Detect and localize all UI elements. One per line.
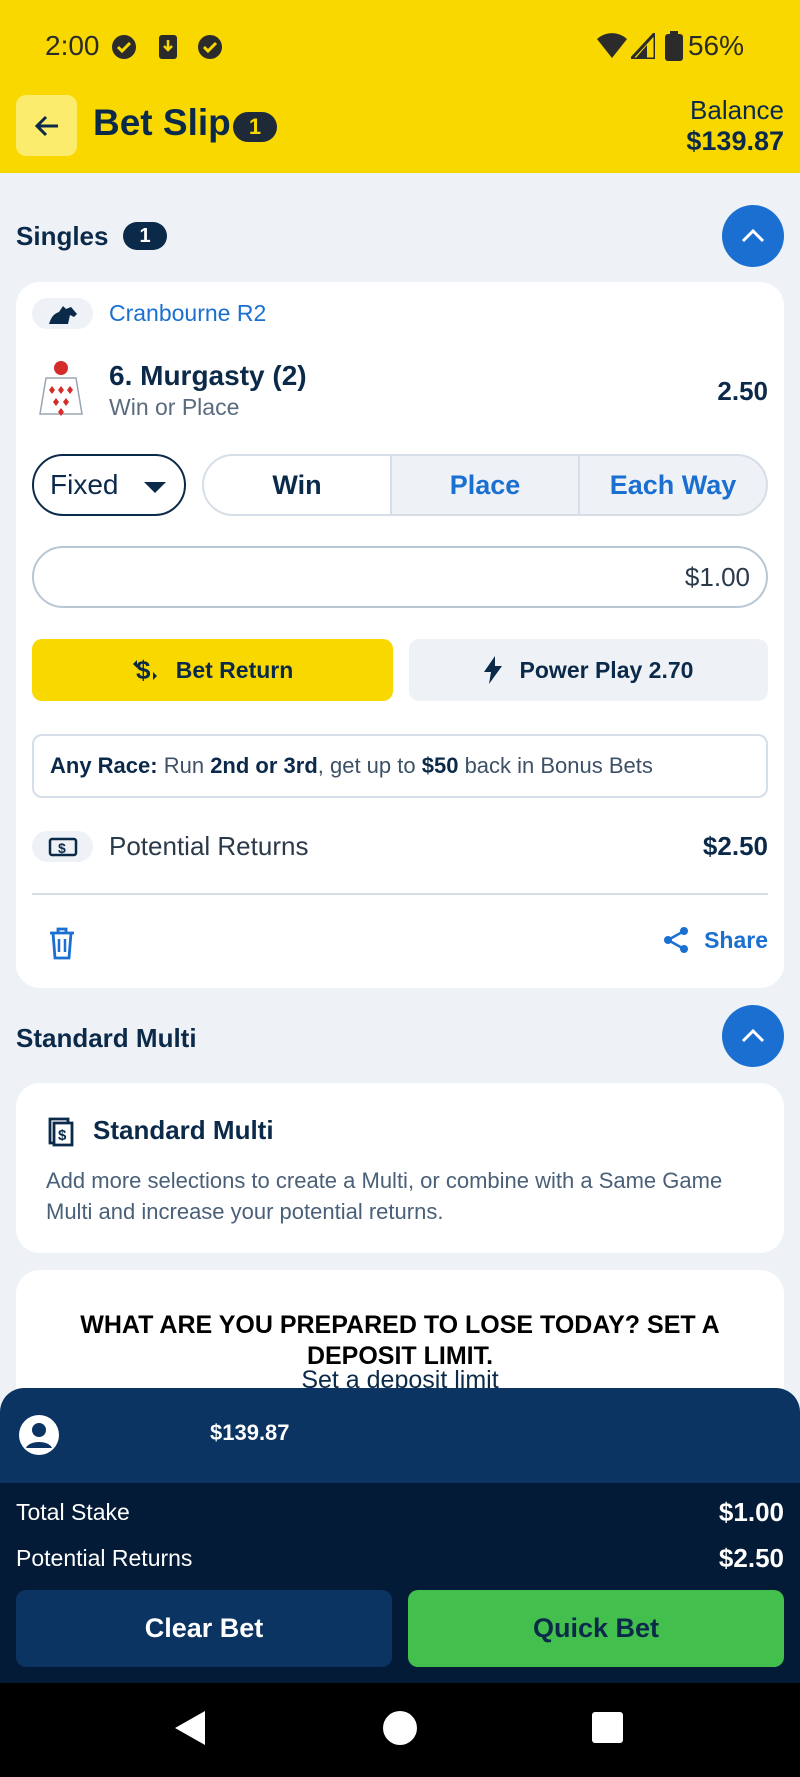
share-label: Share (704, 926, 768, 953)
power-play-label: Power Play 2.70 (519, 656, 694, 683)
back-button[interactable] (16, 95, 77, 156)
total-stake-label: Total Stake (16, 1499, 130, 1525)
nav-home-icon[interactable] (383, 1711, 417, 1745)
promo-banner: Any Race: Run 2nd or 3rd, get up to $50 … (32, 734, 768, 798)
horse-racing-icon (32, 298, 93, 329)
arrow-left-icon (34, 115, 58, 136)
promo-amount: $50 (421, 753, 459, 778)
signal-icon (631, 33, 655, 59)
bet-count-badge: 1 (233, 112, 277, 142)
app-header: 2:00 56% Bet Slip 1 Balance $139.87 (0, 0, 800, 173)
status-bar: 2:00 56% (0, 0, 800, 92)
check-circle-icon (112, 35, 136, 59)
stake-input[interactable]: $1.00 (32, 546, 768, 608)
bet-return-button[interactable]: $ Bet Return (32, 639, 393, 701)
money-icon: $ (32, 831, 93, 862)
odds-value: 2.50 (717, 376, 768, 406)
chevron-up-icon (741, 228, 765, 243)
promo-text: Run (157, 753, 211, 778)
chevron-up-icon (741, 1028, 765, 1043)
option-each-way[interactable]: Each Way (578, 456, 766, 514)
nav-recents-icon[interactable] (592, 1712, 623, 1743)
divider (32, 893, 768, 895)
balance-value: $139.87 (686, 126, 784, 156)
promo-highlight: 2nd or 3rd (210, 753, 318, 778)
singles-title: Singles (16, 221, 109, 251)
total-stake-value: $1.00 (718, 1497, 784, 1527)
trash-icon[interactable] (46, 926, 78, 960)
battery-icon (665, 31, 683, 61)
account-bar: $139.87 (0, 1388, 800, 1483)
singles-count-badge: 1 (123, 222, 167, 250)
svg-text:$: $ (58, 1127, 67, 1144)
quick-bet-button[interactable]: Quick Bet (408, 1590, 784, 1667)
dollar-swap-icon: $ (132, 655, 157, 685)
power-play-button[interactable]: Power Play 2.70 (409, 639, 768, 701)
multi-card: $ Standard Multi Add more selections to … (16, 1083, 784, 1253)
receipt-icon: $ (48, 1117, 74, 1147)
share-icon (664, 927, 689, 953)
account-balance: $139.87 (210, 1420, 290, 1445)
multi-section-title: Standard Multi (16, 1023, 197, 1053)
svg-text:$: $ (58, 840, 66, 856)
svg-text:$: $ (136, 655, 151, 685)
bet-type-label: Win or Place (109, 394, 240, 420)
singles-collapse-button[interactable] (722, 205, 784, 267)
potential-returns-label: Potential Returns (109, 831, 309, 861)
price-type-dropdown[interactable]: Fixed (32, 454, 186, 516)
option-place[interactable]: Place (390, 456, 578, 514)
runner-name: 6. Murgasty (2) (109, 360, 307, 391)
system-nav-bar (0, 1683, 800, 1777)
jockey-silks-icon (39, 361, 83, 416)
race-venue-link[interactable]: Cranbourne R2 (109, 300, 266, 327)
bet-option-selector: Win Place Each Way (202, 454, 768, 516)
bet-return-label: Bet Return (175, 656, 294, 683)
status-time: 2:00 (45, 30, 100, 61)
account-icon[interactable] (18, 1414, 60, 1456)
lightning-icon (483, 656, 502, 684)
battery-percent: 56% (687, 30, 744, 61)
summary-returns-label: Potential Returns (16, 1545, 193, 1571)
potential-returns-value: $2.50 (702, 831, 768, 861)
summary-returns-value: $2.50 (718, 1543, 784, 1573)
price-type-value: Fixed (50, 469, 119, 500)
promo-prefix: Any Race: (50, 753, 158, 778)
balance-label: Balance (690, 95, 784, 125)
bet-summary: Total Stake $1.00 Potential Returns $2.5… (0, 1483, 800, 1683)
caret-down-icon (144, 482, 166, 493)
download-icon (159, 35, 177, 59)
option-win[interactable]: Win (204, 456, 390, 514)
multi-description: Add more selections to create a Multi, o… (46, 1168, 723, 1224)
check-circle-icon (198, 35, 222, 59)
wifi-icon (597, 33, 627, 58)
clear-bet-button[interactable]: Clear Bet (16, 1590, 392, 1667)
promo-text: , get up to (317, 753, 422, 778)
nav-back-icon[interactable] (175, 1711, 205, 1745)
single-bet-card: Cranbourne R2 6. Murgasty (2) Win or Pla… (16, 282, 784, 988)
deposit-limit-heading: WHAT ARE YOU PREPARED TO LOSE TODAY? SET… (80, 1311, 720, 1370)
share-button[interactable]: Share (662, 926, 768, 954)
promo-text: back in Bonus Bets (458, 753, 653, 778)
multi-collapse-button[interactable] (722, 1005, 784, 1067)
multi-card-title: Standard Multi (93, 1115, 274, 1145)
page-title: Bet Slip (93, 102, 231, 143)
